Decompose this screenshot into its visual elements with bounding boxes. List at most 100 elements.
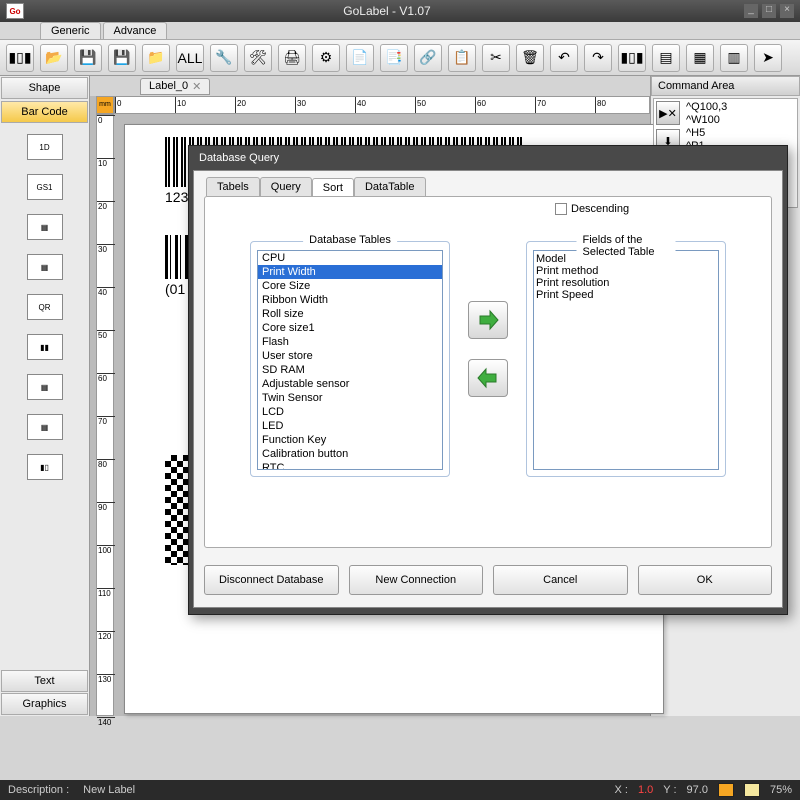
barcode-type-0[interactable]: 1D (27, 134, 63, 160)
left-panel: Shape Bar Code 1D GS1 ▦ ▦ QR ▮▮ ▦ ▦ ▮▯ Text Grap… (0, 76, 90, 716)
table-option[interactable]: Core Size (258, 279, 442, 293)
table-option[interactable]: Ribbon Width (258, 293, 442, 307)
table-option[interactable]: Twin Sensor (258, 391, 442, 405)
printer-icon[interactable]: 🖨 (278, 44, 306, 72)
table-option[interactable]: Print Width (258, 265, 442, 279)
database-query-dialog: Database Query TabelsQuerySortDataTable … (188, 145, 788, 615)
move-left-button[interactable] (468, 359, 508, 397)
align-center-icon[interactable]: ▦ (686, 44, 714, 72)
all-icon[interactable]: ALL (176, 44, 204, 72)
barcode-gs1-text: (01 (165, 281, 185, 297)
selected-fields-listbox[interactable]: ModelPrint methodPrint resolutionPrint S… (533, 250, 719, 470)
table-option[interactable]: Adjustable sensor (258, 377, 442, 391)
selected-fields-group: Fields of the Selected Table ModelPrint … (526, 241, 726, 477)
left-tab-shape[interactable]: Shape (1, 77, 88, 99)
cancel-button[interactable]: Cancel (493, 565, 628, 595)
dialog-tab-query[interactable]: Query (260, 177, 312, 196)
table-option[interactable]: LCD (258, 405, 442, 419)
paste-icon[interactable]: 📋 (448, 44, 476, 72)
selected-fields-legend: Fields of the Selected Table (577, 234, 676, 258)
move-right-button[interactable] (468, 301, 508, 339)
align-left-icon[interactable]: ▤ (652, 44, 680, 72)
open-icon[interactable]: 📂 (40, 44, 68, 72)
left-tab-text[interactable]: Text (1, 670, 88, 692)
table-option[interactable]: Calibration button (258, 447, 442, 461)
save-icon[interactable]: 💾 (74, 44, 102, 72)
tab-advance[interactable]: Advance (103, 22, 168, 39)
table-option[interactable]: SD RAM (258, 363, 442, 377)
barcode-type-1[interactable]: GS1 (27, 174, 63, 200)
command-run-icon[interactable]: ▶✕ (656, 101, 680, 125)
barcode-icon[interactable]: ▮▯▮ (6, 44, 34, 72)
grid-view-icon[interactable] (718, 783, 734, 797)
table-option[interactable]: RTC (258, 461, 442, 470)
zoom-level[interactable]: 75% (770, 784, 792, 796)
barcode-type-5[interactable]: ▮▮ (27, 334, 63, 360)
dialog-tab-datatable[interactable]: DataTable (354, 177, 426, 196)
left-tab-barcode[interactable]: Bar Code (1, 101, 88, 123)
toolbar: ▮▯▮📂💾💾📁ALL🔧🛠🖨⚙📄📑🔗📋✂🗑↶↷▮▯▮▤▦▥➤ (0, 40, 800, 76)
descending-checkbox[interactable] (555, 203, 567, 215)
table-option[interactable]: Roll size (258, 307, 442, 321)
field-option[interactable]: Print Speed (536, 289, 716, 301)
document-tab[interactable]: Label_0 ✕ (140, 78, 210, 95)
align-right-icon[interactable]: ▥ (720, 44, 748, 72)
copy-icon[interactable]: 📄 (346, 44, 374, 72)
wrench-icon[interactable]: 🔧 (210, 44, 238, 72)
tools-icon[interactable]: 🛠 (244, 44, 272, 72)
table-option[interactable]: User store (258, 349, 442, 363)
close-tab-icon[interactable]: ✕ (192, 80, 201, 93)
field-option[interactable]: Print resolution (536, 277, 716, 289)
ruler-vertical: 0102030405060708090100110120130140 (96, 114, 114, 716)
undo-icon[interactable]: ↶ (550, 44, 578, 72)
settings-icon[interactable]: ⚙ (312, 44, 340, 72)
barcode-type-8[interactable]: ▮▯ (27, 454, 63, 480)
link-icon[interactable]: 🔗 (414, 44, 442, 72)
ruler-unit[interactable]: mm (96, 96, 114, 114)
arrow-right-icon (476, 308, 500, 332)
barcode-1d-text: 123 (165, 189, 188, 205)
new-connection-button[interactable]: New Connection (349, 565, 484, 595)
cursor-icon[interactable]: ➤ (754, 44, 782, 72)
barcode-type-4[interactable]: QR (27, 294, 63, 320)
barcode2-icon[interactable]: ▮▯▮ (618, 44, 646, 72)
disconnect-database-button[interactable]: Disconnect Database (204, 565, 339, 595)
barcode-type-2[interactable]: ▦ (27, 214, 63, 240)
titlebar: Go GoLabel - V1.07 _ □ × (0, 0, 800, 22)
table-option[interactable]: LED (258, 419, 442, 433)
minimize-button[interactable]: _ (744, 4, 758, 18)
command-line: ^H5 (686, 127, 795, 140)
barcode-type-7[interactable]: ▦ (27, 414, 63, 440)
status-y-value: 97.0 (687, 784, 708, 796)
redo-icon[interactable]: ↷ (584, 44, 612, 72)
barcode-type-3[interactable]: ▦ (27, 254, 63, 280)
left-tab-graphics[interactable]: Graphics (1, 693, 88, 715)
dialog-tab-sort[interactable]: Sort (312, 178, 354, 197)
database-tables-group: Database Tables CPUPrint WidthCore SizeR… (250, 241, 450, 477)
dialog-title: Database Query (189, 146, 787, 170)
dialog-tab-tabels[interactable]: Tabels (206, 177, 260, 196)
list-view-icon[interactable] (744, 783, 760, 797)
descending-label: Descending (571, 203, 629, 215)
ruler-horizontal: 0102030405060708090 (114, 96, 650, 114)
table-option[interactable]: Function Key (258, 433, 442, 447)
field-option[interactable]: Print method (536, 265, 716, 277)
folder-icon[interactable]: 📁 (142, 44, 170, 72)
command-line: ^Q100,3 (686, 101, 795, 114)
tab-generic[interactable]: Generic (40, 22, 101, 39)
ribbon-tabs: Generic Advance (0, 22, 800, 40)
database-tables-listbox[interactable]: CPUPrint WidthCore SizeRibbon WidthRoll … (257, 250, 443, 470)
cut-icon[interactable]: ✂ (482, 44, 510, 72)
barcode-type-6[interactable]: ▦ (27, 374, 63, 400)
ok-button[interactable]: OK (638, 565, 773, 595)
save-as-icon[interactable]: 💾 (108, 44, 136, 72)
duplicate-icon[interactable]: 📑 (380, 44, 408, 72)
trash-icon[interactable]: 🗑 (516, 44, 544, 72)
table-option[interactable]: CPU (258, 251, 442, 265)
table-option[interactable]: Core size1 (258, 321, 442, 335)
window-title: GoLabel - V1.07 (30, 4, 744, 18)
close-button[interactable]: × (780, 4, 794, 18)
status-x-value: 1.0 (638, 784, 653, 796)
maximize-button[interactable]: □ (762, 4, 776, 18)
table-option[interactable]: Flash (258, 335, 442, 349)
